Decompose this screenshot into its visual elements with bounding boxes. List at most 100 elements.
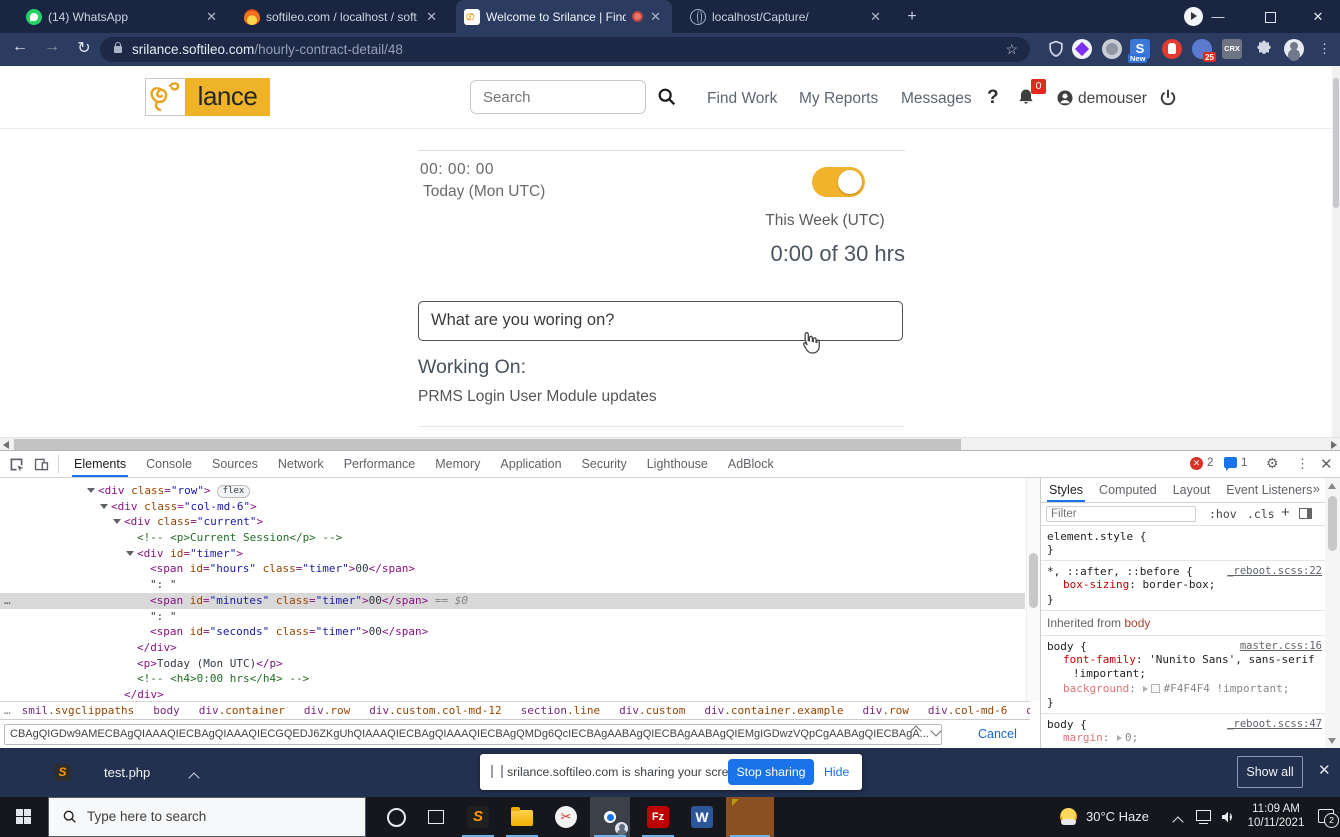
weather-icon[interactable] xyxy=(1060,808,1077,825)
tab-softileo[interactable]: softileo.com / localhost / softileo ✕ xyxy=(236,0,448,33)
styles-tab[interactable]: Styles xyxy=(1041,478,1091,502)
hide-sharing-button[interactable]: Hide xyxy=(824,765,849,779)
flex-badge[interactable]: flex xyxy=(217,485,251,498)
find-previous-icon[interactable] xyxy=(910,725,921,736)
sidebar-dock-icon[interactable] xyxy=(1299,508,1312,519)
css-property[interactable]: box-sizing: border-box; xyxy=(1047,578,1322,593)
cls-toggle[interactable]: .cls xyxy=(1247,507,1275,521)
profile-avatar-icon[interactable] xyxy=(1284,39,1304,59)
scroll-up-icon[interactable] xyxy=(1328,483,1336,489)
devtools-tab-application[interactable]: Application xyxy=(490,451,571,477)
devtools-menu-kebab-icon[interactable]: ⋮ xyxy=(1296,456,1309,472)
tab-localhost-capture[interactable]: localhost/Capture/ ✕ xyxy=(682,0,892,33)
counter-extension-icon[interactable]: 25 xyxy=(1192,39,1212,59)
start-button[interactable] xyxy=(0,797,48,837)
taskbar-filezilla-icon[interactable]: Fz xyxy=(638,797,678,837)
css-property[interactable]: background: #F4F4F4 !important; xyxy=(1047,682,1322,697)
tab-close-icon[interactable]: ✕ xyxy=(867,9,884,25)
new-style-rule-icon[interactable]: + xyxy=(1281,504,1290,521)
action-center-icon[interactable]: 2 xyxy=(1318,809,1334,823)
dom-tree-line[interactable]: </div> xyxy=(0,687,1025,701)
browser-menu-kebab-icon[interactable]: ⋮ xyxy=(1318,41,1331,57)
dom-tree-line[interactable]: …<span id="minutes" class="timer">00</sp… xyxy=(0,593,1025,609)
tab-whatsapp[interactable]: (14) WhatsApp ✕ xyxy=(18,0,228,33)
taskbar-explorer-icon[interactable] xyxy=(502,797,542,837)
scrollbar-thumb[interactable] xyxy=(14,439,961,450)
css-rule[interactable]: element.style {} xyxy=(1041,526,1326,561)
help-icon[interactable]: ? xyxy=(987,87,999,109)
dom-tree-line[interactable]: <p>Today (Mon UTC)</p> xyxy=(0,656,1025,672)
taskbar-search-box[interactable]: Type here to search xyxy=(48,797,366,837)
device-toolbar-icon[interactable] xyxy=(33,456,51,474)
download-item-menu-icon[interactable] xyxy=(190,769,198,787)
downloaded-file-name[interactable]: test.php xyxy=(104,765,150,780)
forward-icon[interactable]: → xyxy=(40,38,64,56)
stop-sharing-button[interactable]: Stop sharing xyxy=(728,759,814,785)
devtools-tab-memory[interactable]: Memory xyxy=(425,451,490,477)
expand-arrow-icon[interactable] xyxy=(113,519,121,524)
message-count[interactable]: 1 xyxy=(1241,457,1247,469)
nav-my-reports[interactable]: My Reports xyxy=(799,90,878,108)
breadcrumb-item[interactable]: div.custom.col-md-12 xyxy=(366,702,504,719)
color-swatch[interactable] xyxy=(1151,684,1160,693)
dom-tree-line[interactable]: <!-- <p>Current Session</p> --> xyxy=(0,530,1025,546)
purple-extension-icon[interactable] xyxy=(1072,39,1092,59)
reload-icon[interactable]: ↻ xyxy=(72,38,96,58)
css-property[interactable]: margin: 0; xyxy=(1047,731,1322,746)
css-source-link[interactable]: master.css:16 xyxy=(1240,640,1322,652)
download-bar-close-icon[interactable]: ✕ xyxy=(1318,761,1331,779)
username-label[interactable]: demouser xyxy=(1078,90,1147,108)
find-cancel-button[interactable]: Cancel xyxy=(978,727,1017,741)
volume-icon[interactable] xyxy=(1220,810,1236,829)
dom-tree-line[interactable]: </div> xyxy=(0,640,1025,656)
styles-scrollbar[interactable] xyxy=(1325,478,1340,749)
scroll-down-icon[interactable] xyxy=(1328,738,1336,744)
layout-tab[interactable]: Layout xyxy=(1165,478,1219,502)
taskbar-notes-icon[interactable] xyxy=(726,797,774,837)
css-source-link[interactable]: _reboot.scss:22 xyxy=(1227,565,1322,577)
window-maximize-button[interactable] xyxy=(1248,0,1292,33)
css-source-link[interactable]: _reboot.scss:47 xyxy=(1227,718,1322,730)
network-icon[interactable] xyxy=(1196,810,1211,821)
window-close-button[interactable]: ✕ xyxy=(1296,0,1340,33)
css-rule[interactable]: _reboot.scss:22*, ::after, ::before {box… xyxy=(1041,561,1326,611)
event-listeners-tab[interactable]: Event Listeners xyxy=(1218,478,1320,502)
devtools-tab-network[interactable]: Network xyxy=(268,451,334,477)
crx-extension-icon[interactable]: CRX xyxy=(1222,39,1242,59)
dom-tree-line[interactable]: <!-- <h4>0:00 hrs</h4> --> xyxy=(0,671,1025,687)
breadcrumb-item[interactable]: smil.svgclippaths xyxy=(19,702,138,719)
breadcrumb-item[interactable]: div.row xyxy=(301,702,353,719)
dom-tree-line[interactable]: ": " xyxy=(0,609,1025,625)
expand-arrow-icon[interactable] xyxy=(100,504,108,509)
dom-tree-line[interactable]: <div id="timer"> xyxy=(0,546,1025,562)
new-tab-button[interactable]: + xyxy=(902,7,922,27)
horizontal-scrollbar[interactable] xyxy=(0,437,1340,450)
error-count[interactable]: 2 xyxy=(1207,457,1213,469)
breadcrumb-item[interactable]: section.line xyxy=(518,702,603,719)
console-message-icon[interactable] xyxy=(1224,457,1237,468)
css-property[interactable]: font-family: 'Nunito Sans', sans-serif !… xyxy=(1047,653,1322,682)
cortana-button[interactable] xyxy=(376,797,416,837)
console-error-icon[interactable]: ✕ xyxy=(1190,457,1203,470)
taskbar-word-icon[interactable]: W xyxy=(682,797,722,837)
dom-tree-line[interactable]: <span id="seconds" class="timer">00</spa… xyxy=(0,624,1025,640)
taskbar-clock[interactable]: 11:09 AM 10/11/2021 xyxy=(1240,802,1312,830)
tab-close-icon[interactable]: ✕ xyxy=(203,9,220,25)
tab-close-icon[interactable]: ✕ xyxy=(423,9,440,25)
devtools-tab-sources[interactable]: Sources xyxy=(202,451,268,477)
window-minimize-button[interactable]: — xyxy=(1196,0,1240,33)
dom-tree-line[interactable]: <div class="current"> xyxy=(0,514,1025,530)
taskbar-sublime-icon[interactable]: S xyxy=(458,797,498,837)
working-on-input[interactable]: What are you woring on? xyxy=(418,301,903,341)
inspect-element-icon[interactable] xyxy=(8,456,26,474)
computed-tab[interactable]: Computed xyxy=(1091,478,1165,502)
address-bar[interactable]: srilance.softileo.com/hourly-contract-de… xyxy=(100,37,1030,62)
breadcrumb-item[interactable]: body xyxy=(150,702,183,719)
dom-tree-scrollbar[interactable] xyxy=(1026,478,1040,701)
styles-filter-input[interactable] xyxy=(1046,506,1196,522)
find-next-icon[interactable] xyxy=(930,725,941,736)
weather-label[interactable]: 30°C Haze xyxy=(1086,809,1149,824)
devtools-tab-console[interactable]: Console xyxy=(136,451,202,477)
breadcrumb-item[interactable]: div.col-md-6 xyxy=(925,702,1010,719)
css-rule[interactable]: _reboot.scss:47body {margin: 0;font-fami… xyxy=(1041,714,1326,749)
